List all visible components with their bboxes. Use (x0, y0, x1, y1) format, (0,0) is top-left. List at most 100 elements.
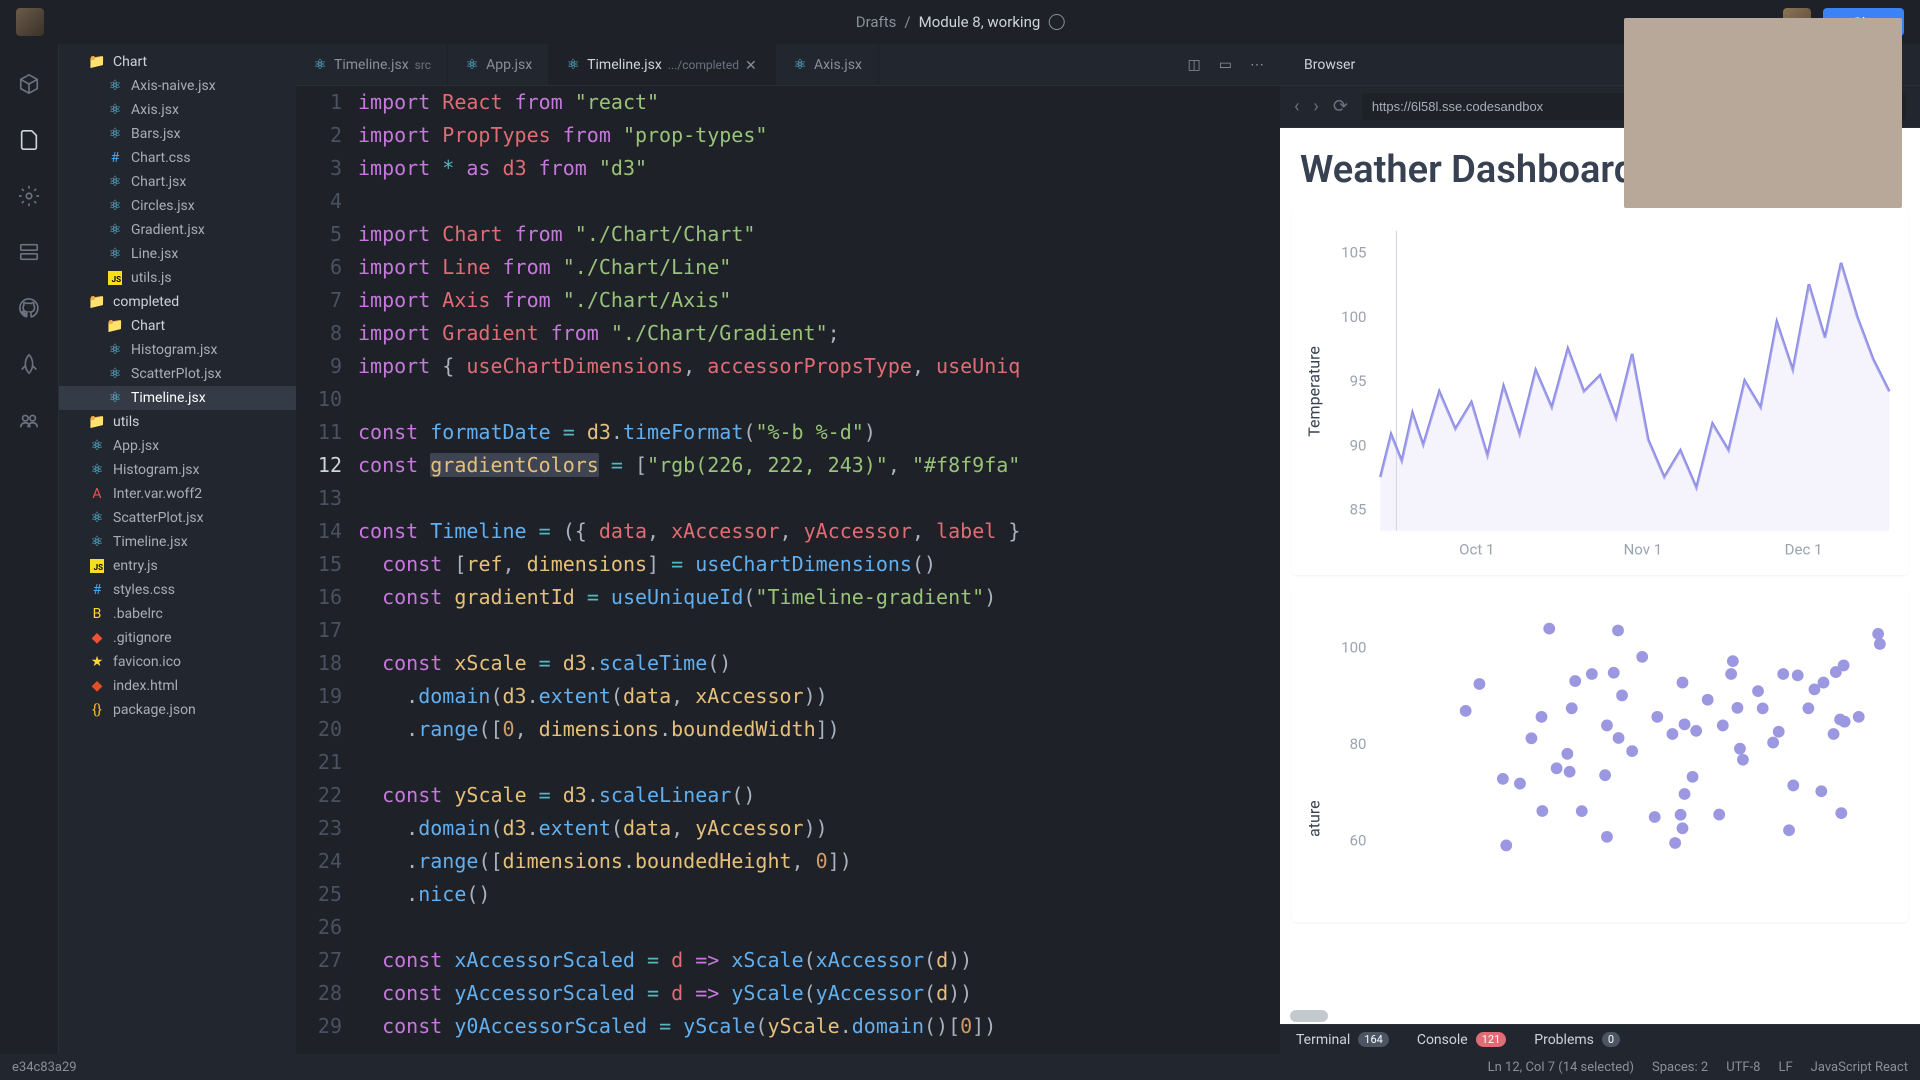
file-tree-item[interactable]: ⚛Gradient.jsx (59, 218, 296, 242)
file-tree-item[interactable]: JSentry.js (59, 554, 296, 578)
reload-icon[interactable]: ⟳ (1333, 96, 1348, 117)
globe-icon[interactable] (1048, 14, 1064, 30)
file-tree-item[interactable]: AInter.var.woff2 (59, 482, 296, 506)
indent-setting[interactable]: Spaces: 2 (1652, 1060, 1708, 1075)
breadcrumb-parent[interactable]: Drafts (856, 13, 897, 31)
svg-text:100: 100 (1341, 308, 1366, 326)
editor-tab[interactable]: ⚛Timeline.jsx src (296, 44, 448, 85)
tab-terminal[interactable]: Terminal 164 (1296, 1032, 1389, 1048)
browser-viewport[interactable]: Weather Dashboard Temperature 105 100 95… (1280, 128, 1920, 1024)
cursor-position[interactable]: Ln 12, Col 7 (14 selected) (1488, 1060, 1634, 1075)
tab-problems[interactable]: Problems 0 (1534, 1032, 1620, 1048)
breadcrumb-sep: / (904, 13, 910, 31)
horizontal-scrollbar[interactable] (1290, 1010, 1910, 1022)
svg-text:Oct 1: Oct 1 (1459, 540, 1494, 558)
file-tree-item[interactable]: #Chart.css (59, 146, 296, 170)
file-tree-item[interactable]: 📁completed (59, 290, 296, 314)
encoding[interactable]: UTF-8 (1726, 1060, 1760, 1075)
file-tree-item[interactable]: ⚛Chart.jsx (59, 170, 296, 194)
file-tree-label: Chart.css (131, 150, 191, 166)
file-tree-item[interactable]: JSutils.js (59, 266, 296, 290)
sandbox-icon[interactable] (17, 72, 41, 96)
file-tree-item[interactable]: ⚛Histogram.jsx (59, 338, 296, 362)
language-mode[interactable]: JavaScript React (1811, 1060, 1908, 1075)
file-tree-item[interactable]: ⚛Histogram.jsx (59, 458, 296, 482)
file-tree-item[interactable]: ⚛Axis.jsx (59, 98, 296, 122)
activity-bar (0, 44, 58, 1054)
editor-tab[interactable]: ⚛App.jsx (448, 44, 549, 85)
code-content[interactable]: import React from "react"import PropType… (358, 86, 1280, 1054)
file-tree-label: Inter.var.woff2 (113, 486, 202, 502)
line-gutter[interactable]: 1234567891011121314151617181920212223242… (296, 86, 358, 1054)
editor-tab-bar: ⚛Timeline.jsx src⚛App.jsx⚛Timeline.jsx .… (296, 44, 1280, 86)
file-tree-label: Chart (113, 54, 147, 70)
file-tree-label: Line.jsx (131, 246, 178, 262)
git-commit-hash[interactable]: e34c83a29 (12, 1060, 77, 1075)
file-tree-item[interactable]: 📁Chart (59, 50, 296, 74)
file-tree-item[interactable]: #styles.css (59, 578, 296, 602)
tab-browser[interactable]: Browser (1296, 57, 1363, 73)
file-tree-item[interactable]: 📁utils (59, 410, 296, 434)
file-tree-item[interactable]: ◆.gitignore (59, 626, 296, 650)
file-tree-item[interactable]: ⚛ScatterPlot.jsx (59, 362, 296, 386)
file-tree-label: Histogram.jsx (113, 462, 199, 478)
file-tree-label: Axis.jsx (131, 102, 179, 118)
file-tree-item[interactable]: ⚛Bars.jsx (59, 122, 296, 146)
svg-text:95: 95 (1350, 372, 1367, 390)
file-tree-label: App.jsx (113, 438, 159, 454)
split-editor-icon[interactable]: ◫ (1188, 57, 1201, 73)
deploy-icon[interactable] (17, 352, 41, 376)
svg-text:Nov 1: Nov 1 (1624, 540, 1663, 558)
react-icon: ⚛ (312, 57, 328, 73)
file-tree-item[interactable]: ⚛ScatterPlot.jsx (59, 506, 296, 530)
settings-icon[interactable] (17, 184, 41, 208)
editor-tab[interactable]: ⚛Axis.jsx (776, 44, 879, 85)
file-tree-item[interactable]: ⚛Line.jsx (59, 242, 296, 266)
github-icon[interactable] (17, 296, 41, 320)
file-tree-label: Axis-naive.jsx (131, 78, 216, 94)
file-tree-label: .gitignore (113, 630, 172, 646)
file-tree-label: Histogram.jsx (131, 342, 217, 358)
file-tree-label: favicon.ico (113, 654, 181, 670)
svg-text:Dec 1: Dec 1 (1785, 540, 1823, 558)
live-icon[interactable] (17, 408, 41, 432)
status-bar: e34c83a29 Ln 12, Col 7 (14 selected) Spa… (0, 1054, 1920, 1080)
editor-tab[interactable]: ⚛Timeline.jsx .../completed ✕ (549, 44, 776, 85)
file-tree-item[interactable]: 📁Chart (59, 314, 296, 338)
file-tree-label: package.json (113, 702, 196, 718)
more-icon[interactable]: ⋯ (1250, 57, 1264, 73)
y-axis-label: Temperature (1304, 346, 1323, 437)
file-tree-label: ScatterPlot.jsx (131, 366, 222, 382)
server-icon[interactable] (17, 240, 41, 264)
file-tree-item[interactable]: B.babelrc (59, 602, 296, 626)
breadcrumb[interactable]: Drafts / Module 8, working (856, 13, 1065, 31)
svg-text:85: 85 (1350, 501, 1367, 519)
app-logo[interactable] (16, 8, 44, 36)
file-tree-item[interactable]: ◆index.html (59, 674, 296, 698)
files-icon[interactable] (17, 128, 41, 152)
file-tree-item[interactable]: {}package.json (59, 698, 296, 722)
tab-console[interactable]: Console 121 (1417, 1032, 1506, 1048)
eol[interactable]: LF (1778, 1060, 1792, 1075)
nav-back-icon[interactable]: ‹ (1294, 96, 1299, 117)
svg-text:80: 80 (1350, 735, 1367, 753)
react-icon: ⚛ (565, 57, 581, 73)
file-tree-item[interactable]: ⚛Circles.jsx (59, 194, 296, 218)
nav-forward-icon[interactable]: › (1313, 96, 1318, 117)
preview-pane-icon[interactable]: ▭ (1219, 57, 1232, 73)
svg-text:100: 100 (1341, 638, 1366, 656)
file-tree-label: Bars.jsx (131, 126, 181, 142)
file-tree-label: Timeline.jsx (113, 534, 188, 550)
svg-text:90: 90 (1350, 436, 1367, 454)
document-name[interactable]: Module 8, working (919, 13, 1041, 31)
editor-area: ⚛Timeline.jsx src⚛App.jsx⚛Timeline.jsx .… (296, 44, 1280, 1054)
file-tree-item[interactable]: ⚛Axis-naive.jsx (59, 74, 296, 98)
file-tree-item[interactable]: ⚛Timeline.jsx (59, 530, 296, 554)
file-tree-item[interactable]: ★favicon.ico (59, 650, 296, 674)
file-explorer[interactable]: 📁Chart⚛Axis-naive.jsx⚛Axis.jsx⚛Bars.jsx#… (58, 44, 296, 1054)
file-tree-item[interactable]: ⚛App.jsx (59, 434, 296, 458)
file-tree-item[interactable]: ⚛Timeline.jsx (59, 386, 296, 410)
file-tree-label: ScatterPlot.jsx (113, 510, 204, 526)
close-icon[interactable]: ✕ (745, 58, 759, 72)
file-tree-label: .babelrc (113, 606, 163, 622)
